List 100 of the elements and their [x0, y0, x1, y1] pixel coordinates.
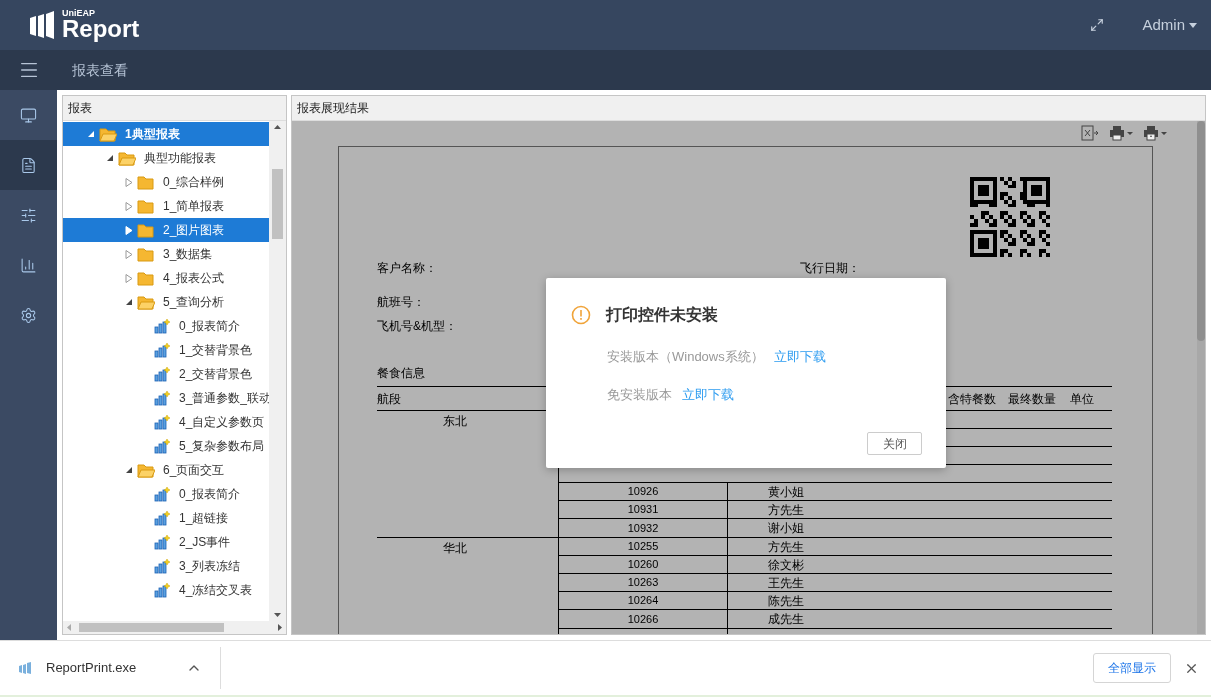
tree-item-label: 6_页面交互 [163, 462, 225, 479]
expanded-arrow-icon[interactable] [87, 130, 95, 138]
table-cell-text: 王先生 [767, 574, 804, 592]
table-cell: 10255 [559, 538, 728, 555]
tree-item[interactable]: 6_页面交互 [63, 458, 269, 482]
settings-icon [20, 306, 37, 324]
tree-item-label: 5_复杂参数布局 [179, 438, 265, 455]
expanded-arrow-icon[interactable] [125, 466, 133, 474]
show-all-button[interactable]: 全部显示 [1093, 653, 1171, 683]
tree-item[interactable]: 3_数据集 [63, 242, 269, 266]
user-menu[interactable]: Admin [1142, 13, 1197, 37]
panel-title: 报表 [68, 100, 92, 117]
table-cell: 10263 [559, 574, 728, 591]
bar-chart-icon [154, 486, 171, 502]
bar-chart-icon [154, 558, 171, 574]
folder-icon [137, 222, 155, 238]
scrollbar-thumb[interactable] [272, 169, 283, 239]
tree-item[interactable]: 4_报表公式 [63, 266, 269, 290]
column-header: 航段 [377, 390, 401, 408]
folder-icon [137, 198, 155, 214]
tree-item-label: 5_查询分析 [163, 294, 225, 311]
file-name: ReportPrint.exe [46, 659, 137, 678]
panel-title: 报表展现结果 [297, 100, 369, 117]
collapsed-arrow-icon[interactable] [125, 201, 133, 211]
document-icon [20, 156, 37, 174]
column-header: 含特餐数 [948, 390, 996, 408]
tree-item-label: 3_列表冻结 [179, 558, 241, 575]
table-cell-text: 华北 [443, 540, 467, 557]
folder-icon [137, 270, 155, 286]
bar-chart-icon [154, 510, 171, 526]
tree-item[interactable]: 0_报表简介 [63, 482, 269, 506]
folder-icon [137, 174, 155, 190]
expanded-arrow-icon[interactable] [106, 154, 114, 162]
monitor-icon [20, 106, 37, 124]
table-cell-text: 方先生 [767, 501, 804, 519]
logo-subtitle: UniEAP [62, 9, 96, 18]
tree-item[interactable]: 1_交替背景色 [63, 338, 269, 362]
logo-title: Report [62, 17, 140, 41]
tree-item[interactable]: 1_超链接 [63, 506, 269, 530]
field-label: 飞机号&机型： [377, 318, 458, 335]
bar-chart-icon [154, 390, 171, 406]
section-title: 餐食信息 [377, 365, 426, 382]
field-label: 航班号： [377, 294, 426, 311]
tree-item[interactable]: 4_自定义参数页 [63, 410, 269, 434]
expanded-arrow-icon[interactable] [125, 298, 133, 306]
bar-chart-icon [154, 414, 171, 430]
table-cell-text: 黄小姐 [767, 483, 804, 501]
collapsed-arrow-icon[interactable] [125, 249, 133, 259]
tree-item[interactable]: 5_复杂参数布局 [63, 434, 269, 458]
tree-item[interactable]: 0_报表简介 [63, 314, 269, 338]
tree-item[interactable]: 5_查询分析 [63, 290, 269, 314]
tree-item[interactable]: 2_JS事件 [63, 530, 269, 554]
table-cell-text: 成先生 [767, 611, 804, 628]
tree-item-label: 4_冻结交叉表 [179, 582, 253, 599]
tree-item[interactable]: 0_综合样例 [63, 170, 269, 194]
tree-item-label: 0_综合样例 [163, 174, 225, 191]
tree-item-label: 4_报表公式 [163, 270, 225, 287]
install-option: 免安装版本 [607, 384, 672, 404]
print-icon[interactable] [1109, 125, 1133, 141]
table-cell: 10932 [559, 519, 728, 537]
tree-item[interactable]: 3_列表冻结 [63, 554, 269, 578]
folder-icon [137, 246, 155, 262]
tree-item-label: 典型功能报表 [144, 150, 216, 167]
table-cell: 10926 [559, 483, 728, 500]
table-cell: 10266 [559, 610, 728, 628]
sidebar-item[interactable] [0, 140, 57, 190]
table-cell-text: 方先生 [767, 538, 804, 556]
scroll-up-icon[interactable] [274, 125, 281, 129]
vertical-scrollbar[interactable] [1197, 121, 1205, 634]
scrollbar-thumb[interactable] [79, 623, 224, 632]
horizontal-scrollbar[interactable] [63, 621, 286, 634]
tree-item-label: 4_自定义参数页 [179, 414, 265, 431]
tree-item[interactable]: 2_交替背景色 [63, 362, 269, 386]
bar-chart-icon [20, 256, 37, 274]
sliders-icon [20, 206, 37, 224]
fullscreen-icon[interactable] [1090, 18, 1105, 32]
table-cell-text: 陈先生 [767, 592, 804, 610]
collapsed-arrow-icon[interactable] [125, 273, 133, 283]
vertical-scrollbar[interactable] [269, 121, 286, 621]
tree-item[interactable]: 1_简单报表 [63, 194, 269, 218]
print-icon[interactable] [1143, 125, 1167, 141]
table-cell: 10264 [559, 592, 728, 609]
tree-item[interactable]: 4_冻结交叉表 [63, 578, 269, 602]
tree-item[interactable]: 2_图片图表 [63, 218, 269, 242]
page-title: 报表查看 [72, 60, 128, 80]
tree-item[interactable]: 典型功能报表 [63, 146, 269, 170]
scroll-right-icon[interactable] [278, 624, 282, 631]
close-button[interactable]: 关闭 [867, 432, 922, 455]
scroll-down-icon[interactable] [274, 613, 281, 617]
tree-item-label: 2_图片图表 [163, 222, 225, 239]
warning-icon [571, 305, 591, 325]
tree-item-label: 2_JS事件 [179, 534, 231, 551]
table-cell: 10260 [559, 556, 728, 573]
excel-export-icon[interactable] [1081, 125, 1099, 141]
bar-chart-icon [154, 534, 171, 550]
tree-item[interactable]: 1典型报表 [63, 122, 269, 146]
caret-icon [1189, 22, 1197, 28]
table-cell-text: 东北 [443, 413, 467, 430]
collapsed-arrow-icon[interactable] [125, 177, 133, 187]
tree-item-label: 1_超链接 [179, 510, 229, 527]
